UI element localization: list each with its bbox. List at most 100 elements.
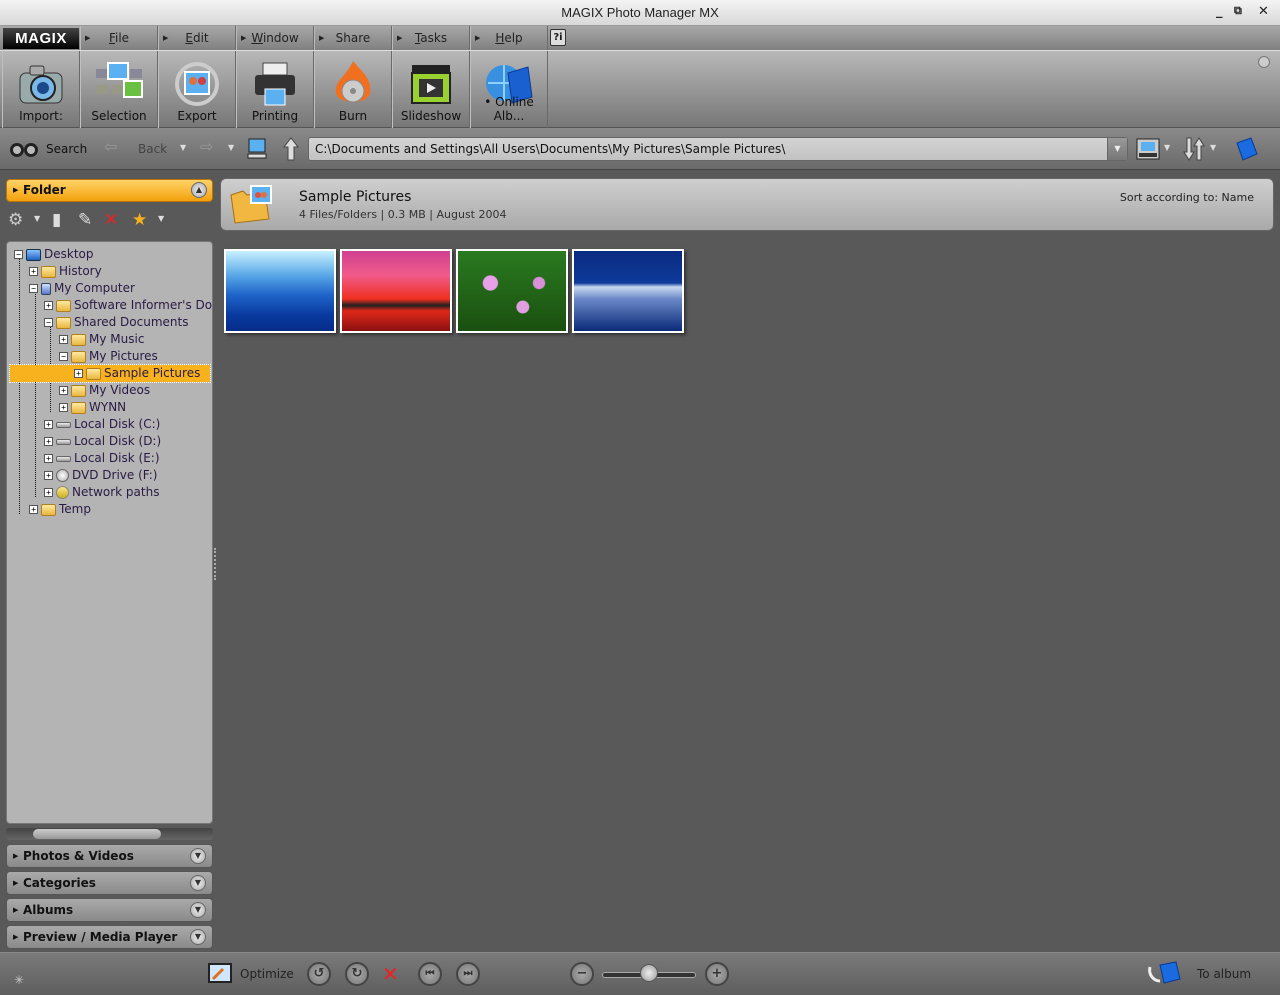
expand-icon[interactable]: + bbox=[59, 386, 68, 395]
photo-thumbnail[interactable] bbox=[572, 249, 684, 333]
settings-gear-icon[interactable]: ⚙ bbox=[8, 210, 23, 230]
back-arrow-icon[interactable]: ⇦ bbox=[104, 137, 117, 156]
search-button[interactable]: Search bbox=[46, 142, 87, 156]
menu-file[interactable]: ▶ File bbox=[80, 26, 158, 50]
zoom-out-icon[interactable]: − bbox=[570, 962, 594, 986]
expand-icon[interactable]: + bbox=[44, 301, 53, 310]
folder-panel-header[interactable]: ▶ Folder ▲ bbox=[6, 179, 213, 202]
tree-horizontal-scrollbar[interactable] bbox=[6, 828, 213, 840]
panel-preview-media-player[interactable]: ▶ Preview / Media Player ▼ bbox=[6, 925, 213, 949]
import-button[interactable]: Import: bbox=[2, 51, 80, 128]
tree-item[interactable]: + Local Disk (D:) bbox=[44, 433, 161, 450]
collapse-icon[interactable]: − bbox=[59, 352, 68, 361]
expand-icon[interactable]: + bbox=[29, 267, 38, 276]
view-mode-icon[interactable] bbox=[1136, 138, 1160, 160]
zoom-slider-thumb[interactable] bbox=[640, 964, 658, 982]
tree-item[interactable]: + My Videos bbox=[59, 382, 150, 399]
optimize-button[interactable]: Optimize bbox=[240, 967, 294, 981]
panel-photos-videos[interactable]: ▶ Photos & Videos ▼ bbox=[6, 844, 213, 868]
expand-icon[interactable]: ▼ bbox=[190, 848, 206, 864]
tree-item[interactable]: + Temp bbox=[29, 501, 91, 518]
export-button[interactable]: Export bbox=[158, 51, 236, 128]
panel-categories[interactable]: ▶ Categories ▼ bbox=[6, 871, 213, 895]
path-input[interactable]: C:\Documents and Settings\All Users\Docu… bbox=[308, 137, 1128, 161]
sort-order-icon[interactable] bbox=[1183, 137, 1205, 161]
sort-order-dropdown[interactable]: ▼ bbox=[1210, 143, 1216, 152]
tree-item[interactable]: + Software Informer's Doc... bbox=[44, 297, 212, 314]
restore-button[interactable]: ⧉ bbox=[1234, 4, 1242, 18]
menu-help[interactable]: ▶ Help bbox=[470, 26, 548, 50]
scrollbar-thumb[interactable] bbox=[33, 829, 161, 839]
expand-icon[interactable]: + bbox=[44, 454, 53, 463]
path-dropdown-button[interactable]: ▼ bbox=[1107, 138, 1127, 160]
favorite-dropdown[interactable]: ▼ bbox=[158, 214, 164, 223]
menu-edit[interactable]: ▶ Edit bbox=[158, 26, 236, 50]
expand-icon[interactable]: ▼ bbox=[190, 875, 206, 891]
tree-item[interactable]: + Network paths bbox=[44, 484, 159, 501]
photo-thumbnail[interactable] bbox=[224, 249, 336, 333]
tree-item[interactable]: − My Computer bbox=[29, 280, 135, 297]
collapse-icon[interactable]: ▲ bbox=[191, 182, 207, 198]
rotate-right-icon[interactable]: ↻ bbox=[345, 962, 369, 986]
panel-albums[interactable]: ▶ Albums ▼ bbox=[6, 898, 213, 922]
delete-icon[interactable]: ✕ bbox=[382, 962, 399, 986]
to-album-icon[interactable] bbox=[1146, 961, 1182, 987]
expand-icon[interactable]: + bbox=[44, 488, 53, 497]
close-button[interactable]: ✕ bbox=[1258, 4, 1269, 19]
expand-icon[interactable]: ▼ bbox=[190, 929, 206, 945]
context-help-icon[interactable]: ?i bbox=[550, 29, 566, 46]
tree-item[interactable]: + History bbox=[29, 263, 102, 280]
burn-button[interactable]: Burn bbox=[314, 51, 392, 128]
tree-item[interactable]: + DVD Drive (F:) bbox=[44, 467, 157, 484]
to-album-button[interactable]: To album bbox=[1197, 967, 1251, 981]
back-history-dropdown[interactable]: ▼ bbox=[180, 143, 186, 152]
collapse-icon[interactable]: − bbox=[14, 250, 23, 259]
panel-splitter-handle[interactable] bbox=[214, 548, 218, 580]
sort-label[interactable]: Sort according to: Name bbox=[1120, 191, 1254, 204]
menu-window[interactable]: ▶ Window bbox=[236, 26, 314, 50]
rotate-left-icon[interactable]: ↺ bbox=[307, 962, 331, 986]
expand-icon[interactable]: + bbox=[44, 471, 53, 480]
collapse-icon[interactable]: − bbox=[29, 284, 38, 293]
tree-item[interactable]: + Local Disk (C:) bbox=[44, 416, 160, 433]
tree-item[interactable]: − Desktop bbox=[14, 246, 94, 263]
expand-icon[interactable]: + bbox=[29, 505, 38, 514]
album-book-icon[interactable] bbox=[1235, 137, 1259, 161]
tree-item[interactable]: − My Pictures bbox=[59, 348, 158, 365]
toolbar-options-icon[interactable] bbox=[1258, 56, 1270, 68]
menu-share[interactable]: ▶ Share bbox=[314, 26, 392, 50]
expand-icon[interactable]: + bbox=[59, 403, 68, 412]
expand-icon[interactable]: + bbox=[44, 420, 53, 429]
expand-icon[interactable]: ▼ bbox=[190, 902, 206, 918]
menu-tasks[interactable]: ▶ Tasks bbox=[392, 26, 470, 50]
tree-item[interactable]: + Sample Pictures bbox=[9, 364, 211, 383]
last-image-icon[interactable]: ⏭ bbox=[456, 962, 480, 986]
expand-icon[interactable]: + bbox=[44, 437, 53, 446]
photo-thumbnail[interactable] bbox=[456, 249, 568, 333]
expand-icon[interactable]: + bbox=[59, 335, 68, 344]
first-image-icon[interactable]: ⏮ bbox=[418, 962, 442, 986]
rename-folder-icon[interactable]: ✎ bbox=[78, 210, 92, 230]
selection-button[interactable]: Selection bbox=[80, 51, 158, 128]
view-mode-dropdown[interactable]: ▼ bbox=[1164, 143, 1170, 152]
minimize-button[interactable]: _ bbox=[1216, 4, 1223, 19]
online-album-button[interactable]: • Online Alb... bbox=[470, 51, 548, 128]
tree-item[interactable]: + Local Disk (E:) bbox=[44, 450, 160, 467]
photo-thumbnail[interactable] bbox=[340, 249, 452, 333]
tree-item[interactable]: − Shared Documents bbox=[44, 314, 188, 331]
back-button[interactable]: Back bbox=[138, 142, 167, 156]
forward-history-dropdown[interactable]: ▼ bbox=[228, 143, 234, 152]
forward-arrow-icon[interactable]: ⇨ bbox=[200, 137, 213, 156]
up-folder-icon[interactable] bbox=[283, 137, 299, 161]
collapse-icon[interactable]: − bbox=[44, 318, 53, 327]
delete-folder-icon[interactable]: ✕ bbox=[104, 210, 118, 230]
printing-button[interactable]: Printing bbox=[236, 51, 314, 128]
expand-icon[interactable]: + bbox=[74, 369, 83, 378]
tree-item[interactable]: + My Music bbox=[59, 331, 144, 348]
zoom-in-icon[interactable]: + bbox=[705, 962, 729, 986]
optimize-icon[interactable] bbox=[208, 963, 232, 985]
new-folder-icon[interactable]: ▮ bbox=[52, 210, 61, 230]
slideshow-button[interactable]: Slideshow bbox=[392, 51, 470, 128]
favorite-star-icon[interactable]: ★ bbox=[132, 210, 147, 230]
computer-icon[interactable] bbox=[247, 138, 267, 160]
